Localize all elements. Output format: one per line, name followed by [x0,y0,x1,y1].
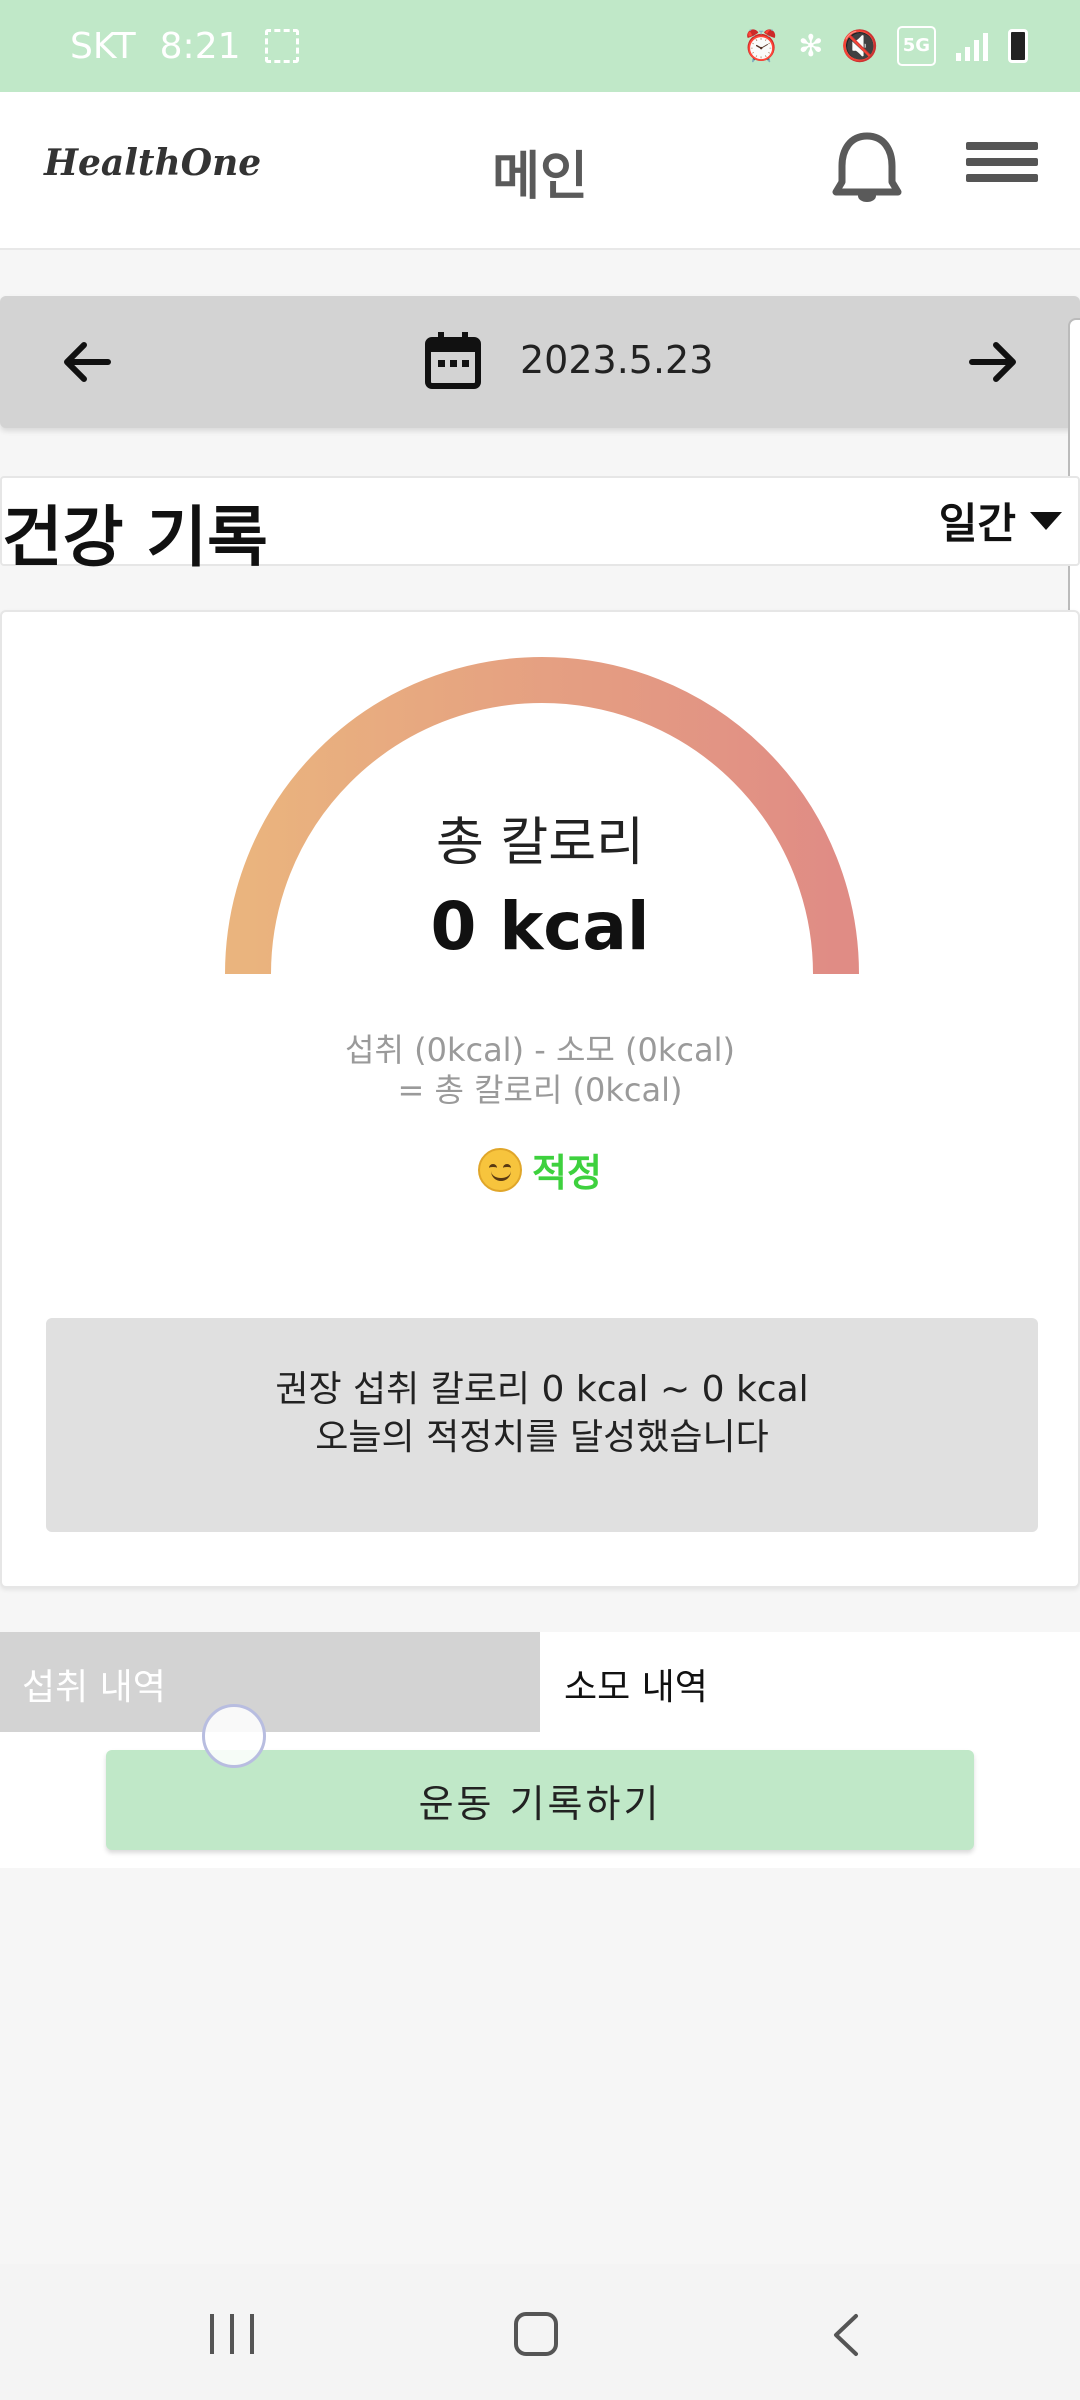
status-left: SKT 8:21 [70,26,299,67]
system-navigation-bar [0,2264,1080,2400]
battery-icon [1008,29,1028,63]
home-icon[interactable] [514,2312,558,2356]
network-5g-icon: 5G [896,26,936,66]
recent-apps-icon[interactable] [210,2314,254,2354]
calorie-status-text: 적정 [532,1151,602,1195]
calendar-icon[interactable] [424,330,482,390]
selected-date[interactable]: 2023.5.23 [520,338,713,382]
app-header: HealthOne 메인 [0,92,1080,250]
touch-indicator [202,1704,266,1768]
status-right: ⏰ ✻ 🔇 5G [743,26,1028,66]
clock: 8:21 [159,25,241,67]
caret-down-icon [1030,511,1062,530]
mute-icon: 🔇 [841,28,879,64]
signal-icon [954,26,990,66]
app-screen: SKT 8:21 ⏰ ✻ 🔇 5G HealthOne 메인 2023.5.23… [0,0,1080,2400]
calorie-summary-card: 총 칼로리 0 kcal 섭취 (0kcal) - 소모 (0kcal) = 총… [0,610,1080,1588]
next-date-arrow-icon[interactable] [962,332,1022,392]
back-icon[interactable] [822,2310,872,2360]
hamburger-menu-icon[interactable] [966,142,1038,198]
period-dropdown[interactable]: 일간 [939,490,1062,551]
date-navigation-bar: 2023.5.23 [0,296,1080,428]
page-title: 메인 [492,147,588,207]
previous-date-arrow-icon[interactable] [58,332,118,392]
total-calorie-label: 총 칼로리 [436,813,644,873]
notification-bell-icon[interactable] [832,130,902,208]
status-bar: SKT 8:21 ⏰ ✻ 🔇 5G [0,0,1080,92]
recommended-calorie-message: 오늘의 적정치를 달성했습니다 [315,1417,769,1458]
tab-burn-history[interactable]: 소모 내역 [540,1632,1080,1732]
alarm-icon: ⏰ [742,28,781,64]
carrier-label: SKT [70,25,136,67]
calorie-formula: 섭취 (0kcal) - 소모 (0kcal) = 총 칼로리 (0kcal) [2,1030,1078,1110]
calorie-status: 적정 [2,1142,1078,1197]
screen-capture-icon [264,29,299,63]
recommended-calorie-box: 권장 섭취 칼로리 0 kcal ~ 0 kcal 오늘의 적정치를 달성했습니… [46,1318,1038,1532]
section-title: 건강 기록 [2,499,268,576]
period-selected-value: 일간 [938,499,1016,548]
total-calorie-value: 0 kcal [430,888,650,965]
calorie-formula-line2: = 총 칼로리 (0kcal) [397,1071,683,1109]
tab-intake-history[interactable]: 섭취 내역 [0,1632,540,1732]
smile-face-icon [478,1147,523,1192]
bluetooth-icon: ✻ [798,28,824,64]
health-record-header: 건강 기록 일간 [0,476,1080,576]
recommended-calorie-range: 권장 섭취 칼로리 0 kcal ~ 0 kcal [275,1369,809,1410]
calorie-formula-line1: 섭취 (0kcal) - 소모 (0kcal) [345,1031,735,1069]
